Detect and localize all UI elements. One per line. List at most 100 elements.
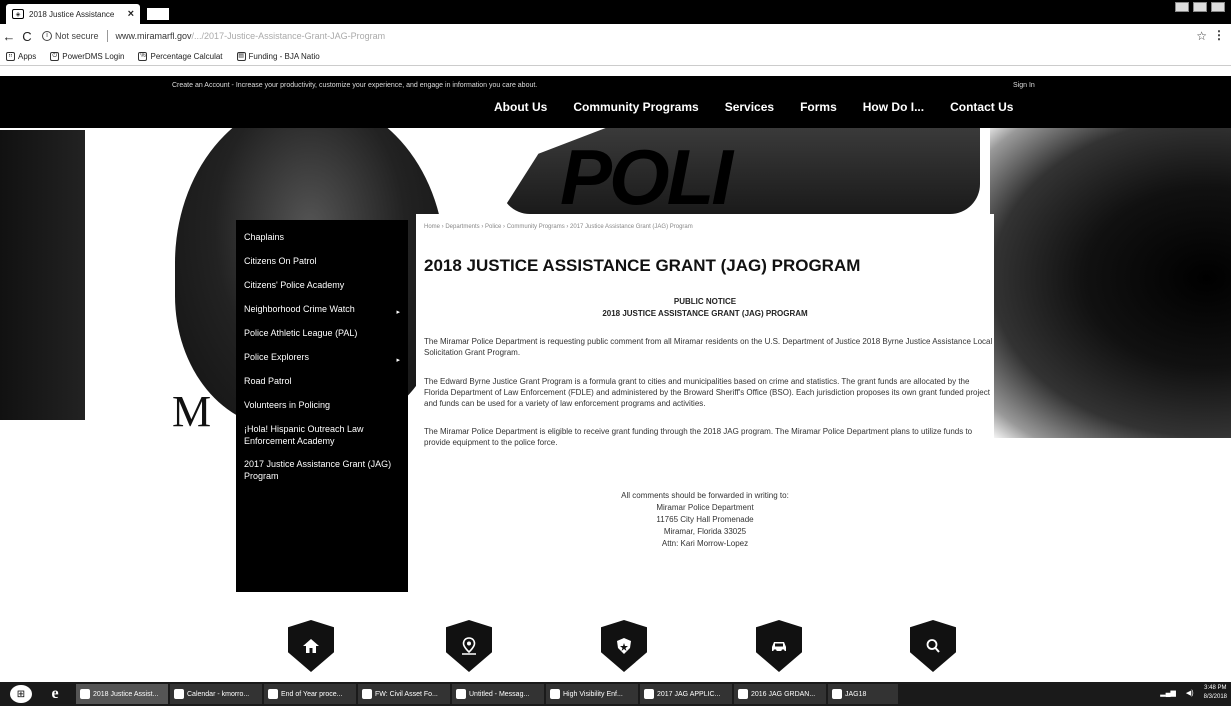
police-badge-icon[interactable] — [601, 620, 647, 672]
clock[interactable]: 3:48 PM 8/3/2018 — [1204, 684, 1227, 702]
sidebar-item-label: Police Explorers — [244, 352, 310, 362]
nav-how-do-i[interactable]: How Do I... — [863, 100, 924, 114]
main-content: Home › Departments › Police › Community … — [416, 214, 994, 574]
url-field[interactable]: www.miramarfl.gov/.../2017-Justice-Assis… — [116, 31, 386, 41]
sidebar-item-police-explorers[interactable]: Police Explorers ▸ — [236, 346, 408, 370]
quick-links-row — [0, 620, 1231, 680]
sidebar-item-hispanic-outreach[interactable]: ¡Hola! Hispanic Outreach Law Enforcement… — [236, 418, 408, 453]
power-icon: ⏻ — [50, 52, 60, 61]
page-icon: ▤ — [236, 52, 246, 61]
bookmark-label: Apps — [18, 52, 37, 61]
security-indicator[interactable]: i Not secure — [42, 31, 99, 41]
home-icon[interactable] — [288, 620, 334, 672]
sidebar-item-label: Volunteers in Policing — [244, 400, 331, 410]
sidebar-item-road-patrol[interactable]: Road Patrol — [236, 370, 408, 394]
url-path: /.../2017-Justice-Assistance-Grant-JAG-P… — [191, 31, 386, 41]
taskbar-item[interactable]: End of Year proce... — [264, 684, 356, 704]
clock-time: 3:48 PM — [1204, 685, 1227, 691]
calculator-icon: % — [138, 52, 148, 61]
taskbar-item-label: 2018 Justice Assist... — [93, 690, 159, 698]
window-controls — [1175, 2, 1225, 12]
badge-letter: M — [172, 387, 212, 436]
page-title: 2018 JUSTICE ASSISTANCE GRANT (JAG) PROG… — [424, 256, 861, 275]
mail-icon — [456, 689, 466, 699]
reload-button[interactable]: C — [18, 29, 36, 44]
taskbar-item[interactable]: 2018 Justice Assist... — [76, 684, 168, 704]
nav-forms[interactable]: Forms — [800, 100, 837, 114]
public-notice-heading: PUBLIC NOTICE 2018 JUSTICE ASSISTANCE GR… — [416, 296, 994, 320]
bookmark-label: Funding - BJA Natio — [248, 52, 320, 61]
site-header: Create an Account - Increase your produc… — [0, 76, 1231, 128]
sidebar-item-chaplains[interactable]: Chaplains — [236, 226, 408, 250]
sidebar-item-jag-program[interactable]: 2017 Justice Assistance Grant (JAG) Prog… — [236, 453, 408, 488]
map-pin-icon[interactable] — [446, 620, 492, 672]
paragraph-eligibility: The Miramar Police Department is eligibl… — [424, 427, 973, 447]
browser-menu-icon[interactable]: ⋮ — [1213, 28, 1225, 42]
system-tray: ▂▄▆ ◀) 3:48 PM 8/3/2018 — [1160, 684, 1227, 702]
info-icon: i — [42, 31, 52, 41]
taskbar-item[interactable]: FW: Civil Asset Fo... — [358, 684, 450, 704]
browser-tab[interactable]: ◈ 2018 Justice Assistance × — [6, 4, 140, 24]
sidebar-item-pal[interactable]: Police Athletic League (PAL) — [236, 322, 408, 346]
taskbar-item[interactable]: 2016 JAG GRDAN... — [734, 684, 826, 704]
taskbar-item-label: FW: Civil Asset Fo... — [375, 690, 438, 698]
tab-close-icon[interactable]: × — [128, 8, 134, 20]
taskbar-item-label: 2016 JAG GRDAN... — [751, 690, 816, 698]
address-line: Miramar, Florida 33025 — [663, 527, 747, 536]
paragraph-request-comment: The Miramar Police Department is request… — [424, 337, 993, 357]
internet-explorer-icon[interactable]: e — [46, 685, 64, 703]
tab-title: 2018 Justice Assistance — [29, 9, 115, 19]
taskbar-item[interactable]: JAG18 — [828, 684, 898, 704]
nav-about-us[interactable]: About Us — [494, 100, 547, 114]
address-line: All comments should be forwarded in writ… — [621, 491, 789, 500]
minimize-icon[interactable] — [1175, 2, 1189, 12]
nav-services[interactable]: Services — [725, 100, 774, 114]
sidebar-item-citizens-police-academy[interactable]: Citizens' Police Academy — [236, 274, 408, 298]
sidebar-item-label: Neighborhood Crime Watch — [244, 304, 355, 314]
car-icon[interactable] — [756, 620, 802, 672]
sign-in-link[interactable]: Sign In — [1013, 82, 1035, 89]
bookmark-bja[interactable]: ▤ Funding - BJA Natio — [236, 52, 320, 61]
taskbar-items: 2018 Justice Assist... Calendar - kmorro… — [76, 684, 898, 704]
search-icon[interactable] — [910, 620, 956, 672]
sidebar-item-citizens-on-patrol[interactable]: Citizens On Patrol — [236, 250, 408, 274]
new-tab-button[interactable] — [145, 6, 171, 22]
window-close-icon[interactable] — [1211, 2, 1225, 12]
sidebar-menu: Chaplains Citizens On Patrol Citizens' P… — [236, 220, 408, 592]
chrome-icon — [80, 689, 90, 699]
breadcrumb[interactable]: Home › Departments › Police › Community … — [424, 224, 693, 230]
bookmark-percentage[interactable]: % Percentage Calculat — [138, 52, 223, 61]
taskbar-item[interactable]: 2017 JAG APPLIC... — [640, 684, 732, 704]
hero-left-shade — [0, 130, 85, 420]
taskbar-item[interactable]: Untitled - Messag... — [452, 684, 544, 704]
sidebar-item-label: Road Patrol — [244, 376, 292, 386]
taskbar-item-label: End of Year proce... — [281, 690, 343, 698]
network-icon[interactable]: ▂▄▆ — [1160, 689, 1176, 697]
taskbar-item-label: Calendar - kmorro... — [187, 690, 250, 698]
create-account-link[interactable]: Create an Account - Increase your produc… — [172, 82, 537, 89]
taskbar-item[interactable]: High Visibility Enf... — [546, 684, 638, 704]
volume-icon[interactable]: ◀) — [1186, 689, 1194, 697]
mail-icon — [268, 689, 278, 699]
document-icon — [550, 689, 560, 699]
taskbar-item-label: High Visibility Enf... — [563, 690, 623, 698]
start-button-icon[interactable]: ⊞ — [10, 685, 32, 703]
nav-community-programs[interactable]: Community Programs — [573, 100, 698, 114]
sidebar-item-label: Citizens On Patrol — [244, 256, 317, 266]
restore-icon[interactable] — [1193, 2, 1207, 12]
back-button[interactable]: ← — [0, 29, 18, 44]
bookmark-apps[interactable]: ⠿ Apps — [6, 52, 36, 61]
bookmark-star-icon[interactable]: ☆ — [1196, 29, 1207, 43]
sidebar-item-volunteers[interactable]: Volunteers in Policing — [236, 394, 408, 418]
notice-line-1: PUBLIC NOTICE — [673, 297, 737, 306]
apps-grid-icon: ⠿ — [6, 52, 15, 61]
sidebar-item-label: Police Athletic League (PAL) — [244, 328, 358, 338]
sidebar-item-label: Chaplains — [244, 232, 285, 242]
taskbar-item[interactable]: Calendar - kmorro... — [170, 684, 262, 704]
hero-right-shade — [990, 128, 1231, 438]
sidebar-item-neighborhood-crime-watch[interactable]: Neighborhood Crime Watch ▸ — [236, 298, 408, 322]
nav-contact-us[interactable]: Contact Us — [950, 100, 1013, 114]
bookmarks-bar: ⠿ Apps ⏻ PowerDMS Login % Percentage Calcul… — [0, 48, 1231, 66]
bookmark-powerdms[interactable]: ⏻ PowerDMS Login — [50, 52, 124, 61]
address-line: Attn: Kari Morrow-Lopez — [661, 539, 749, 548]
